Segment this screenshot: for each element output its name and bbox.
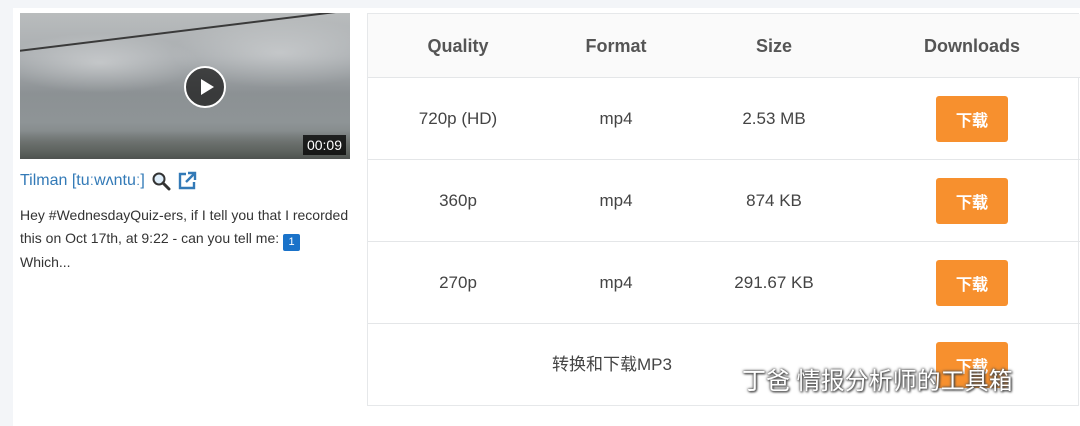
cell-quality: 270p — [439, 273, 477, 292]
table-row: 360p mp4 874 KB 下载 — [368, 160, 1080, 242]
cell-size: 874 KB — [746, 191, 802, 210]
cell-quality: 360p — [439, 191, 477, 210]
video-thumbnail[interactable]: 00:09 — [20, 13, 350, 159]
cell-format: mp4 — [599, 273, 633, 292]
play-button[interactable] — [184, 66, 226, 108]
description-text-end: Which... — [20, 254, 71, 270]
video-duration: 00:09 — [302, 135, 346, 155]
cell-size: 291.67 KB — [734, 273, 814, 292]
table-header: Quality Format Size Downloads — [368, 14, 1080, 78]
watermark: 丁爸 情报分析师的工具箱 — [700, 360, 1013, 396]
downloads-table: Quality Format Size Downloads 720p (HD) … — [367, 13, 1080, 406]
header-size: Size — [755, 36, 793, 56]
wechat-icon — [700, 360, 736, 397]
cell-format: mp4 — [599, 191, 633, 210]
watermark-text: 丁爸 情报分析师的工具箱 — [742, 367, 1013, 395]
header-format: Format — [585, 36, 647, 56]
number-one-badge: 1 — [283, 234, 301, 251]
download-button[interactable]: 下载 — [936, 96, 1008, 142]
video-title-link[interactable]: Tilman [tuːwʌntuː] — [20, 172, 145, 190]
cell-format: mp4 — [599, 109, 633, 128]
video-title-row: Tilman [tuːwʌntuː] — [20, 170, 197, 192]
download-button[interactable]: 下载 — [936, 260, 1008, 306]
video-description: Hey #WednesdayQuiz-ers, if I tell you th… — [20, 204, 350, 274]
cell-size: 2.53 MB — [742, 109, 806, 128]
cell-quality: 720p (HD) — [418, 109, 498, 128]
header-downloads: Downloads — [923, 36, 1020, 56]
mp3-convert-label: 转换和下载MP3 — [552, 355, 672, 374]
table-row: 720p (HD) mp4 2.53 MB 下载 — [368, 78, 1080, 160]
table-row: 270p mp4 291.67 KB 下载 — [368, 242, 1080, 324]
search-icon[interactable] — [151, 171, 171, 191]
download-button[interactable]: 下载 — [936, 178, 1008, 224]
ground-strip — [20, 131, 350, 159]
header-quality: Quality — [427, 36, 489, 56]
external-link-icon[interactable] — [177, 171, 197, 191]
page: 00:09 Tilman [tuːwʌntuː] Hey #WednesdayQ… — [0, 0, 1080, 426]
